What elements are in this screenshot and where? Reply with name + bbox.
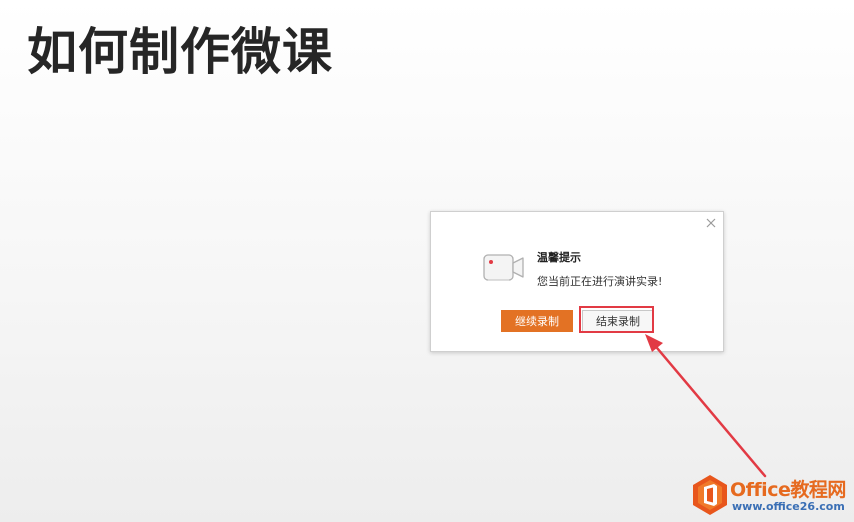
watermark: Office教程网 www.office26.com	[690, 472, 854, 522]
recording-dialog: 温馨提示 您当前正在进行演讲实录! 继续录制 结束录制	[430, 211, 724, 352]
watermark-url: www.office26.com	[732, 500, 845, 513]
continue-recording-button[interactable]: 继续录制	[501, 310, 573, 332]
dialog-message: 您当前正在进行演讲实录!	[537, 275, 663, 288]
video-camera-icon	[483, 250, 525, 288]
office-logo-icon	[692, 474, 728, 520]
end-recording-button[interactable]: 结束录制	[582, 310, 654, 332]
close-icon[interactable]	[703, 215, 719, 231]
watermark-title: Office教程网	[730, 479, 846, 501]
slide-title: 如何制作微课	[27, 23, 333, 81]
dialog-title: 温馨提示	[537, 251, 581, 264]
